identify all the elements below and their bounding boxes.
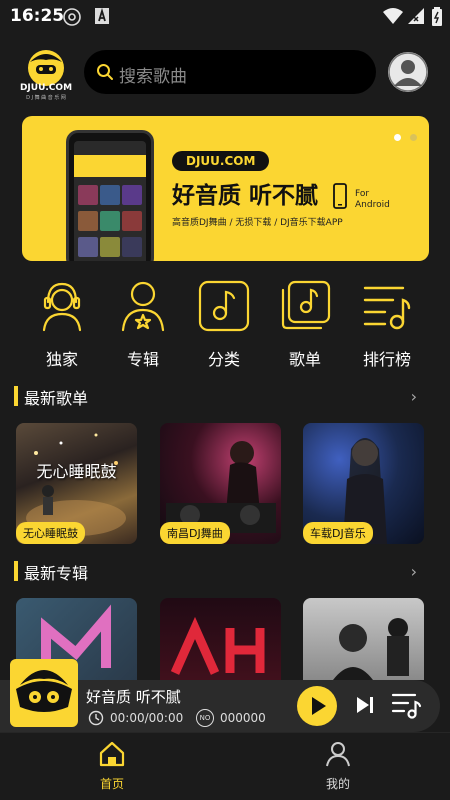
search-placeholder: 搜索歌曲 <box>119 67 187 87</box>
banner-subtitle: 高音质DJ舞曲 / 无损下载 / DJ音乐下载APP <box>172 218 343 228</box>
player-cover-icon[interactable] <box>10 659 78 727</box>
signal-icon <box>407 7 425 29</box>
stacked-music-note-icon <box>277 278 333 334</box>
search-bar[interactable]: 搜索歌曲 <box>84 50 376 94</box>
category-label: 分类 <box>207 350 240 369</box>
phone-illustration <box>66 130 154 261</box>
playlist-card[interactable]: 南昌DJ舞曲 <box>160 423 281 544</box>
category-playlist[interactable]: 歌单 <box>270 278 340 370</box>
section-accent-bar <box>14 386 18 406</box>
player-number: 000000 <box>220 711 266 725</box>
home-icon <box>98 741 126 771</box>
playlist-button[interactable] <box>390 690 422 724</box>
playlist-card[interactable]: 无心睡眠鼓 无心睡眠鼓 <box>16 423 137 544</box>
category-label: 专辑 <box>126 350 159 369</box>
tab-label: 我的 <box>325 777 350 791</box>
album-card[interactable] <box>160 598 281 680</box>
album-card[interactable] <box>303 598 424 680</box>
banner-dot-active[interactable] <box>393 134 401 141</box>
banner-for-label: For <box>355 189 370 199</box>
category-label: 歌单 <box>288 350 321 369</box>
player-time: 00:00/00:00 <box>110 711 184 725</box>
chevron-right-icon[interactable]: › <box>411 387 417 406</box>
chevron-right-icon[interactable]: › <box>411 562 417 581</box>
category-row: 独家 专辑 分类 歌单 排行榜 <box>0 278 450 373</box>
category-label: 排行榜 <box>362 350 411 369</box>
banner-platform: For Android <box>355 189 390 211</box>
headphones-person-icon <box>34 278 90 334</box>
skip-next-icon <box>357 697 373 713</box>
avatar[interactable] <box>388 52 428 92</box>
status-bar: 16:25 <box>0 0 450 32</box>
section-header-playlists[interactable]: 最新歌单 › <box>14 384 439 408</box>
bottom-tab-bar: 首页 我的 <box>0 732 450 800</box>
music-list-icon <box>359 278 415 334</box>
person-star-icon <box>115 278 171 334</box>
next-button[interactable] <box>354 694 376 720</box>
banner-pagination[interactable] <box>390 126 417 145</box>
category-album[interactable]: 专辑 <box>108 278 178 370</box>
user-icon <box>325 742 351 771</box>
category-genre[interactable]: 分类 <box>189 278 259 370</box>
play-icon <box>312 697 326 715</box>
playlist-overlay-title: 无心睡眠鼓 <box>36 462 117 481</box>
category-label: 独家 <box>45 350 78 369</box>
tab-mine[interactable]: 我的 <box>298 741 378 792</box>
top-bar: DJUU.COM D J 舞 曲 音 乐 网 搜索歌曲 <box>0 40 450 110</box>
section-header-albums[interactable]: 最新专辑 › <box>14 559 439 583</box>
playlist-card[interactable]: 车载DJ音乐 <box>303 423 424 544</box>
status-time: 16:25 <box>10 6 65 26</box>
battery-icon <box>431 7 443 31</box>
player-title: 好音质 听不腻 <box>86 688 181 706</box>
section-accent-bar <box>14 561 18 581</box>
search-icon <box>96 63 114 85</box>
playlist-tag: 南昌DJ舞曲 <box>160 522 230 544</box>
banner-site-label: DJUU.COM <box>172 151 270 171</box>
banner-platform-name: Android <box>355 200 390 210</box>
tab-home[interactable]: 首页 <box>72 741 152 792</box>
promo-banner[interactable]: DJUU.COM 好音质 听不腻 For Android 高音质DJ舞曲 / 无… <box>22 116 429 261</box>
tab-label: 首页 <box>99 777 124 791</box>
play-button[interactable] <box>297 686 337 726</box>
section-title: 最新专辑 <box>24 564 89 583</box>
category-exclusive[interactable]: 独家 <box>27 278 97 370</box>
playlist-tag: 车载DJ音乐 <box>303 522 373 544</box>
logo-text: DJUU.COM <box>19 83 73 93</box>
music-queue-icon <box>391 693 422 719</box>
music-note-square-icon <box>196 278 252 334</box>
clock-icon <box>88 710 104 730</box>
banner-dot[interactable] <box>410 134 417 141</box>
wifi-icon <box>382 7 404 29</box>
number-badge-icon: NO <box>196 709 214 727</box>
section-title: 最新歌单 <box>24 389 89 408</box>
logo-subtext: D J 舞 曲 音 乐 网 <box>26 95 66 101</box>
category-chart[interactable]: 排行榜 <box>352 278 422 370</box>
phone-icon <box>333 183 347 213</box>
banner-title: 好音质 听不腻 <box>172 183 319 209</box>
playlist-tag: 无心睡眠鼓 <box>16 522 85 544</box>
font-a-icon <box>94 7 110 29</box>
media-icon <box>62 7 82 31</box>
